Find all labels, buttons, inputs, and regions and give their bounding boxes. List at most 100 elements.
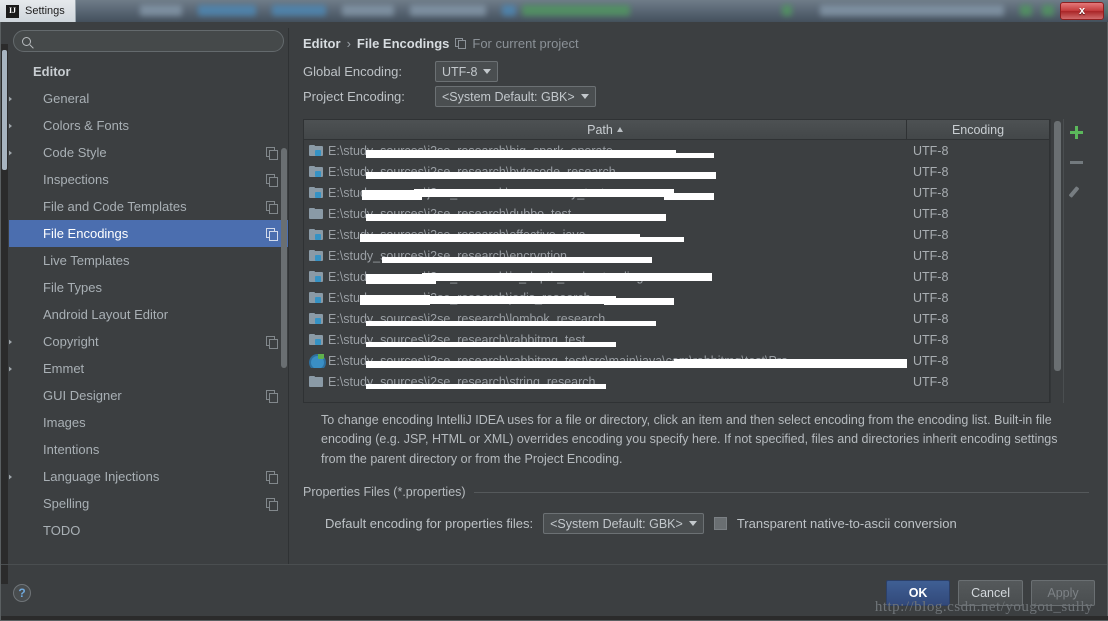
project-scope-icon bbox=[455, 38, 467, 49]
table-row[interactable]: E:\study_sources\j2se_research\dubbo_tes… bbox=[304, 203, 1049, 224]
properties-encoding-dropdown[interactable]: <System Default: GBK> bbox=[543, 513, 704, 535]
sidebar-item-editor[interactable]: Editor bbox=[9, 58, 288, 85]
column-header-encoding[interactable]: Encoding bbox=[907, 120, 1049, 139]
table-cell-encoding[interactable]: UTF-8 bbox=[907, 375, 1049, 389]
table-row[interactable]: E:\study_sources\j2se_research\effective… bbox=[304, 224, 1049, 245]
sidebar-item-code-style[interactable]: Code Style bbox=[9, 139, 288, 166]
sidebar-item-language-injections[interactable]: Language Injections bbox=[9, 463, 288, 490]
encoding-description: To change encoding IntelliJ IDEA uses fo… bbox=[321, 413, 1058, 466]
properties-encoding-label: Default encoding for properties files: bbox=[325, 516, 534, 532]
sidebar-item-inspections[interactable]: Inspections bbox=[9, 166, 288, 193]
table-row[interactable]: E:\study_sources\j2se_research\in_depth_… bbox=[304, 266, 1049, 287]
table-scrollbar[interactable] bbox=[1050, 119, 1063, 403]
global-encoding-dropdown[interactable]: UTF-8 bbox=[435, 61, 499, 82]
breadcrumb-parent[interactable]: Editor bbox=[303, 36, 341, 51]
copy-settings-icon[interactable] bbox=[266, 173, 278, 187]
sidebar-item-file-types[interactable]: File Types bbox=[9, 274, 288, 301]
path-redaction-mark bbox=[624, 236, 684, 242]
copy-settings-icon[interactable] bbox=[266, 389, 278, 403]
expand-arrow-icon[interactable] bbox=[9, 149, 17, 157]
table-cell-encoding[interactable]: UTF-8 bbox=[907, 312, 1049, 326]
sidebar-item-label: TODO bbox=[43, 523, 81, 538]
table-cell-encoding[interactable]: UTF-8 bbox=[907, 270, 1049, 284]
sidebar-item-spelling[interactable]: Spelling bbox=[9, 490, 288, 517]
source-folder-icon bbox=[309, 186, 323, 199]
copy-settings-icon[interactable] bbox=[266, 146, 278, 160]
sidebar-item-images[interactable]: Images bbox=[9, 409, 288, 436]
table-row[interactable]: E:\study_sources\j2se_research\rabbitmq_… bbox=[304, 350, 1049, 371]
sidebar-item-live-templates[interactable]: Live Templates bbox=[9, 247, 288, 274]
source-folder-icon bbox=[309, 291, 323, 304]
sidebar-item-intentions[interactable]: Intentions bbox=[9, 436, 288, 463]
dialog-content: Editor General Colors & Fonts Code Style Ins… bbox=[1, 22, 1107, 564]
table-cell-path: E:\study_sources\j2se_research\rabbitmq_… bbox=[304, 333, 907, 347]
sidebar-item-file-and-code-templates[interactable]: File and Code Templates bbox=[9, 193, 288, 220]
table-cell-path-text: E:\study_sources\j2se_research\bytecode_… bbox=[328, 164, 616, 179]
column-header-path[interactable]: Path bbox=[304, 120, 907, 139]
sidebar-item-gui-designer[interactable]: GUI Designer bbox=[9, 382, 288, 409]
sidebar-item-android-layout-editor[interactable]: Android Layout Editor bbox=[9, 301, 288, 328]
add-path-button[interactable] bbox=[1067, 122, 1087, 142]
table-cell-path-text: E:\study_sources\j2se_research\rabbitmq_… bbox=[328, 332, 586, 347]
sidebar-item-file-encodings[interactable]: File Encodings bbox=[9, 220, 288, 247]
close-window-button[interactable]: x bbox=[1060, 2, 1104, 20]
copy-settings-icon[interactable] bbox=[266, 200, 278, 214]
table-cell-encoding[interactable]: UTF-8 bbox=[907, 354, 1049, 368]
sidebar-scrollbar-thumb[interactable] bbox=[281, 148, 287, 368]
copy-settings-icon[interactable] bbox=[266, 335, 278, 349]
table-row[interactable]: E:\study_sources\j2se_research\lombok_re… bbox=[304, 308, 1049, 329]
table-cell-path-text: E:\study_sources\j2se_research\dubbo_tes… bbox=[328, 206, 572, 221]
table-cell-encoding[interactable]: UTF-8 bbox=[907, 333, 1049, 347]
table-cell-encoding[interactable]: UTF-8 bbox=[907, 207, 1049, 221]
table-cell-path-text: E:\study_sources\j2se_research\in_depth_… bbox=[328, 269, 644, 284]
table-cell-path-text: E:\study_sources\j2se_research\encryptio… bbox=[328, 248, 568, 263]
table-row[interactable]: E:\study_sources\j2se_research\rabbitmq_… bbox=[304, 329, 1049, 350]
table-row[interactable]: E:\study_sources\j2se_research\jodis_res… bbox=[304, 287, 1049, 308]
sidebar-item-emmet[interactable]: Emmet bbox=[9, 355, 288, 382]
sidebar-item-todo[interactable]: TODO bbox=[9, 517, 288, 544]
sidebar-item-label: Intentions bbox=[43, 442, 100, 457]
search-box[interactable] bbox=[13, 30, 284, 52]
minus-icon bbox=[1070, 160, 1083, 164]
table-cell-path: E:\study_sources\j2se_research\lombok_re… bbox=[304, 312, 907, 326]
path-redaction-mark bbox=[604, 297, 674, 305]
table-row[interactable]: E:\study_sources\j2se_research\string_re… bbox=[304, 371, 1049, 392]
help-button[interactable]: ? bbox=[13, 583, 31, 602]
copy-settings-icon[interactable] bbox=[266, 497, 278, 511]
expand-arrow-icon[interactable] bbox=[9, 473, 17, 481]
table-cell-encoding[interactable]: UTF-8 bbox=[907, 165, 1049, 179]
table-cell-encoding[interactable]: UTF-8 bbox=[907, 186, 1049, 200]
table-cell-encoding[interactable]: UTF-8 bbox=[907, 291, 1049, 305]
sidebar-item-label: GUI Designer bbox=[43, 388, 122, 403]
expand-arrow-icon[interactable] bbox=[9, 95, 17, 103]
java-class-icon bbox=[309, 353, 326, 368]
edit-path-button[interactable] bbox=[1067, 182, 1087, 202]
project-encoding-dropdown[interactable]: <System Default: GBK> bbox=[435, 86, 596, 107]
encodings-table: Path Encoding E:\study_sources\j2se_rese… bbox=[303, 119, 1050, 403]
table-scrollbar-thumb[interactable] bbox=[1054, 121, 1061, 371]
table-row[interactable]: E:\study_sources\j2se_research\encryptio… bbox=[304, 245, 1049, 266]
sidebar-item-colors-fonts[interactable]: Colors & Fonts bbox=[9, 112, 288, 139]
window-left-scrollbar[interactable] bbox=[1, 44, 8, 584]
table-row[interactable]: E:\study_sources\j2se_research\concurren… bbox=[304, 182, 1049, 203]
table-cell-path-text: E:\study_sources\j2se_research\concurren… bbox=[328, 185, 605, 200]
expand-arrow-icon[interactable] bbox=[9, 338, 17, 346]
table-cell-path: E:\study_sources\j2se_research\concurren… bbox=[304, 186, 907, 200]
project-encoding-value: <System Default: GBK> bbox=[442, 89, 575, 104]
table-row[interactable]: E:\study_sources\j2se_research\bytecode_… bbox=[304, 161, 1049, 182]
search-input[interactable] bbox=[37, 34, 275, 48]
blurred-background-tabs bbox=[120, 0, 1100, 22]
remove-path-button[interactable] bbox=[1067, 152, 1087, 172]
table-cell-encoding[interactable]: UTF-8 bbox=[907, 249, 1049, 263]
table-cell-encoding[interactable]: UTF-8 bbox=[907, 144, 1049, 158]
table-row[interactable]: E:\study_sources\j2se_research\big_spark… bbox=[304, 140, 1049, 161]
copy-settings-icon[interactable] bbox=[266, 470, 278, 484]
copy-settings-icon[interactable] bbox=[266, 227, 278, 241]
table-cell-encoding[interactable]: UTF-8 bbox=[907, 228, 1049, 242]
path-redaction-mark bbox=[664, 152, 714, 158]
expand-arrow-icon[interactable] bbox=[9, 365, 17, 373]
expand-arrow-icon[interactable] bbox=[9, 122, 17, 130]
transparent-native-to-ascii-checkbox[interactable] bbox=[713, 517, 727, 531]
sidebar-item-copyright[interactable]: Copyright bbox=[9, 328, 288, 355]
sidebar-item-general[interactable]: General bbox=[9, 85, 288, 112]
